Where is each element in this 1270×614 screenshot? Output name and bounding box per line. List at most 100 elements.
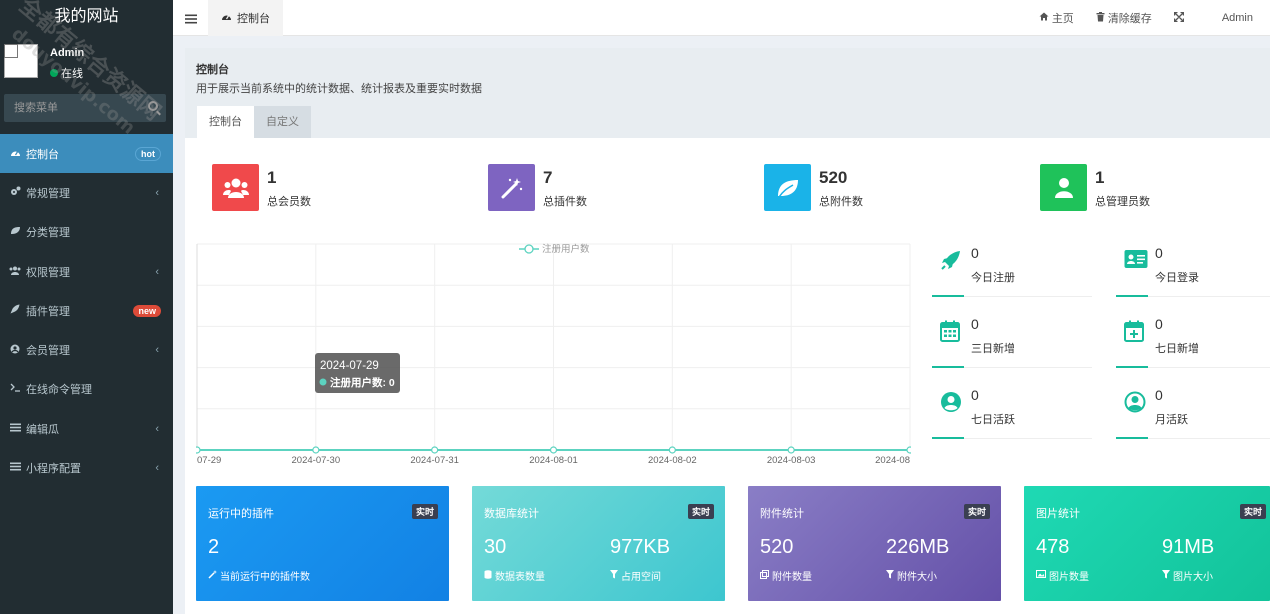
- sidebar-item-plugins[interactable]: 插件管理 new: [0, 291, 173, 330]
- mini-stat-seven-day: 0 七日新增: [1116, 313, 1270, 368]
- leaf-icon: [9, 226, 21, 238]
- stat-value: 1: [1095, 168, 1105, 187]
- sidebar-item-permission[interactable]: 权限管理 ‹: [0, 252, 173, 291]
- rocket-icon: [9, 304, 21, 317]
- card-title: 数据库统计: [484, 508, 539, 520]
- magic-icon: [208, 569, 217, 582]
- sidebar-item-editor[interactable]: 编辑瓜 ‹: [0, 409, 173, 448]
- fullscreen-button[interactable]: [1173, 11, 1184, 25]
- realtime-badge: 实时: [963, 504, 990, 519]
- site-logo[interactable]: 我的网站: [0, 0, 173, 36]
- mini-stat-value: 0: [971, 316, 979, 332]
- realtime-badge: 实时: [411, 504, 438, 519]
- line-chart-svg: 07-29 2024-07-30 2024-07-31 2024-08-01 2024-…: [193, 243, 914, 466]
- tooltip-value: 注册用户数: 0: [330, 376, 395, 389]
- sidebar-item-label: 小程序配置: [26, 463, 81, 476]
- tab-custom[interactable]: 自定义: [254, 106, 311, 138]
- card-value: 226MB: [886, 536, 950, 558]
- mini-stat-label: 今日注册: [971, 272, 1015, 284]
- home-link[interactable]: 主页: [1039, 10, 1074, 26]
- page-title: 控制台: [196, 64, 229, 76]
- user-status-text: 在线: [61, 68, 83, 80]
- sidebar-item-dashboard[interactable]: 控制台 hot: [0, 134, 173, 174]
- copy-icon: [760, 569, 769, 582]
- calendar-plus-icon: [1124, 320, 1146, 342]
- header-actions: 主页 清除缓存 Admin: [1039, 0, 1270, 36]
- chevron-left-icon: ‹: [155, 344, 159, 357]
- card-sub: 当前运行中的插件数: [208, 568, 310, 583]
- clear-cache-button[interactable]: 清除缓存: [1096, 10, 1152, 26]
- user-circle-icon: [940, 391, 962, 413]
- card-sub: 附件数量: [760, 568, 812, 583]
- divider: [932, 437, 1092, 439]
- mini-stat-value: 0: [971, 245, 979, 261]
- registration-chart: 07-29 2024-07-30 2024-07-31 2024-08-01 2024-…: [193, 241, 914, 471]
- stat-admins: 1 总管理员数: [1040, 164, 1240, 212]
- sidebar-item-label: 控制台: [26, 148, 59, 161]
- avatar[interactable]: [4, 44, 38, 78]
- menu-toggle-icon[interactable]: [185, 11, 197, 27]
- user-status: 在线: [50, 65, 83, 81]
- x-tick-label: 2024-08-01: [529, 455, 578, 466]
- stat-value: 520: [819, 168, 848, 187]
- realtime-badge: 实时: [687, 504, 714, 519]
- stat-label: 总插件数: [543, 196, 587, 208]
- card-value: 30: [484, 536, 507, 558]
- card-title: 运行中的插件: [208, 508, 274, 520]
- stat-label: 总管理员数: [1095, 196, 1150, 208]
- sidebar-item-command[interactable]: 在线命令管理: [0, 370, 173, 409]
- home-label: 主页: [1051, 13, 1074, 25]
- dashboard-icon: [221, 12, 232, 24]
- user-name: Admin: [50, 47, 85, 59]
- mini-stat-label: 月活跃: [1155, 414, 1188, 426]
- data-point: [312, 446, 320, 454]
- card-sub: 图片数量: [1036, 568, 1089, 583]
- sidebar-item-members[interactable]: 会员管理 ‹: [0, 330, 173, 369]
- admin-user-menu[interactable]: Admin: [1222, 12, 1253, 24]
- expand-icon: [1173, 11, 1184, 25]
- mini-stat-value: 0: [971, 387, 979, 403]
- tab-dashboard-panel[interactable]: 控制台: [197, 106, 254, 138]
- tab-dashboard[interactable]: 控制台: [208, 0, 283, 36]
- stat-label: 总会员数: [267, 196, 311, 208]
- group-icon: [9, 266, 21, 278]
- search-icon[interactable]: [148, 101, 158, 111]
- sidebar-item-miniprogram[interactable]: 小程序配置 ‹: [0, 448, 173, 487]
- card-value: 2: [208, 536, 220, 558]
- user-circle-icon: [1124, 391, 1146, 413]
- new-badge: new: [133, 304, 161, 317]
- sidebar-item-label: 分类管理: [26, 227, 70, 240]
- sidebar-item-label: 会员管理: [26, 345, 70, 358]
- search-input[interactable]: [4, 94, 139, 122]
- chevron-left-icon: ‹: [155, 462, 159, 475]
- chevron-left-icon: ‹: [155, 265, 159, 278]
- user-panel: Admin 在线: [0, 36, 173, 86]
- mini-stat-today-register: 0 今日注册: [932, 242, 1092, 297]
- chevron-left-icon: ‹: [155, 422, 159, 435]
- sidebar-item-general[interactable]: 常规管理 ‹: [0, 173, 173, 212]
- legend-label: 注册用户数: [542, 243, 590, 255]
- mini-stat-three-day: 0 三日新增: [932, 313, 1092, 368]
- database-icon: [484, 569, 492, 582]
- sidebar-item-category[interactable]: 分类管理: [0, 213, 173, 252]
- divider: [932, 366, 1092, 368]
- card-sub: 附件大小: [886, 568, 937, 583]
- page-description: 用于展示当前系统中的统计数据、统计报表及重要实时数据: [196, 83, 482, 95]
- clear-cache-label: 清除缓存: [1107, 13, 1152, 25]
- mini-stat-today-login: 0 今日登录: [1116, 242, 1270, 297]
- user-icon: [1040, 164, 1087, 211]
- tab-label: 控制台: [237, 13, 270, 25]
- stat-value: 1: [267, 168, 277, 187]
- card-title: 图片统计: [1036, 508, 1080, 520]
- data-point: [431, 446, 439, 454]
- mini-stat-month-active: 0 月活跃: [1116, 384, 1270, 439]
- data-point: [668, 446, 676, 454]
- filter-icon: [1162, 569, 1170, 582]
- sidebar: 我的网站 Admin 在线 控制台 hot 常规管理 ‹: [0, 0, 173, 614]
- data-point: [906, 446, 914, 454]
- sidebar-item-label: 常规管理: [26, 187, 70, 200]
- mini-stat-value: 0: [1155, 245, 1163, 261]
- mini-stat-label: 今日登录: [1155, 272, 1199, 284]
- card-sub-label: 附件数量: [772, 572, 812, 583]
- stat-members: 1 总会员数: [212, 164, 412, 212]
